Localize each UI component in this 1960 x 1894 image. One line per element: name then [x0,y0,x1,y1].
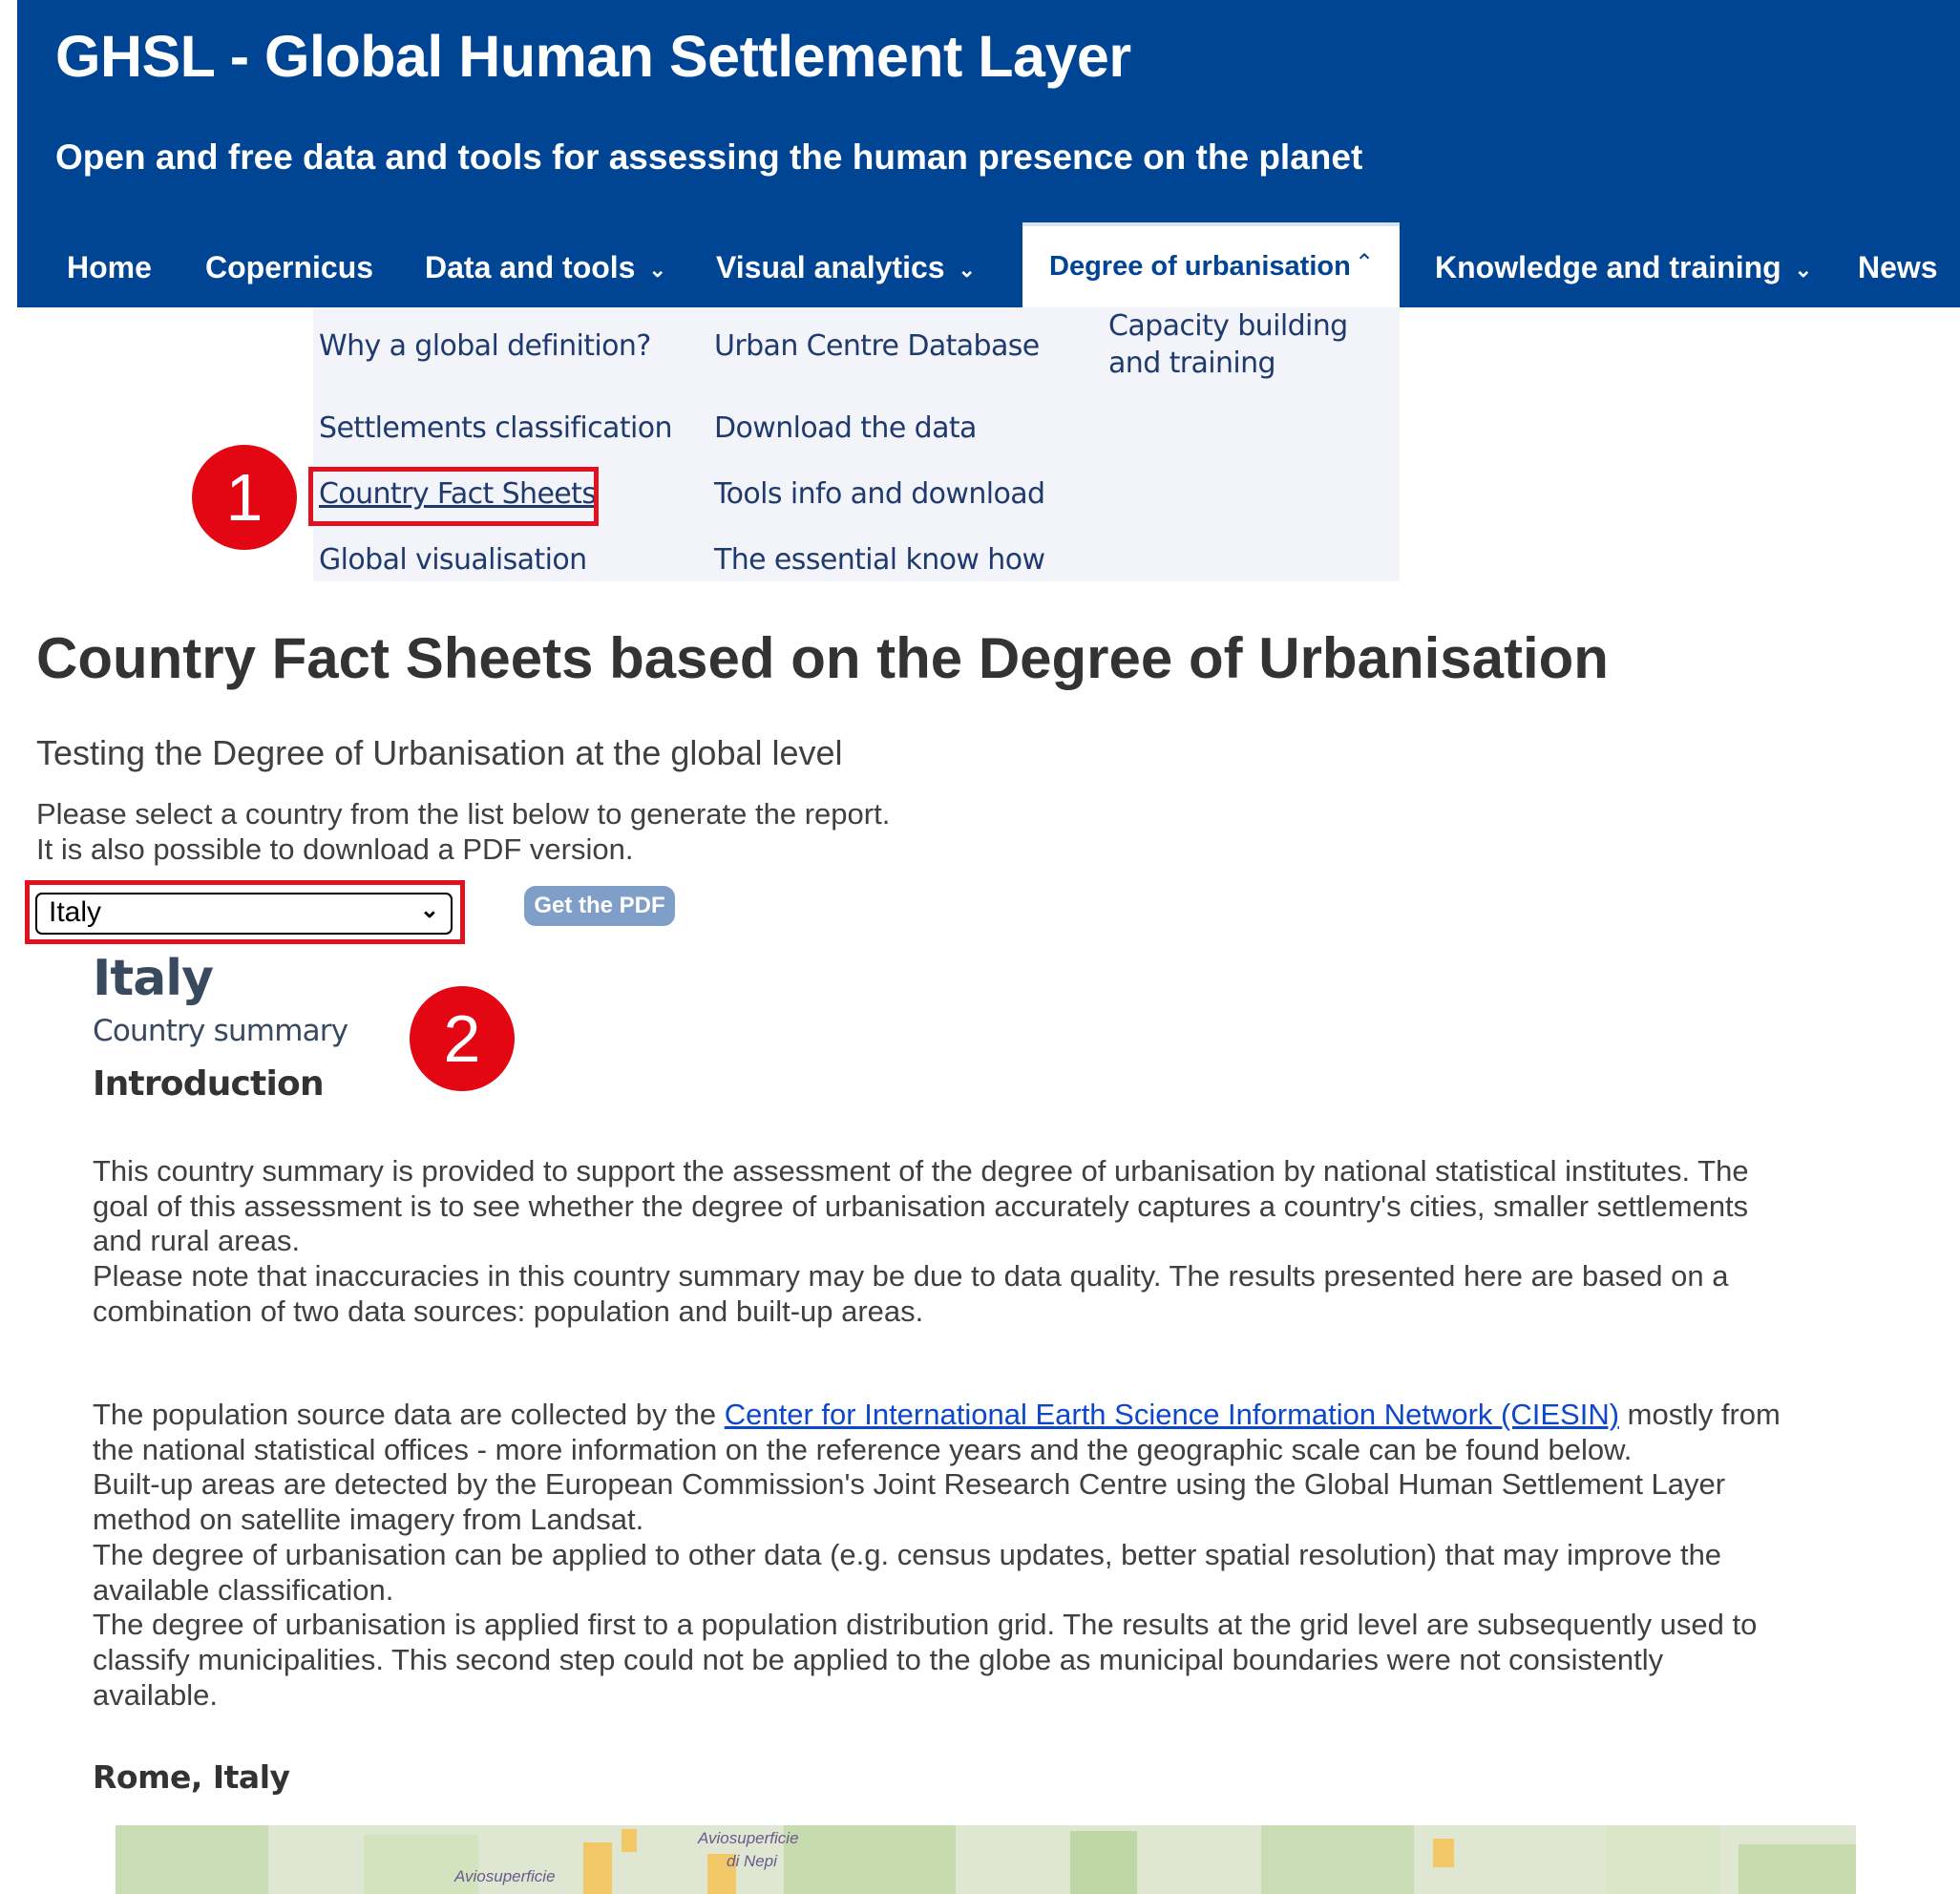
data-sources-prefix: The population source data are collected… [93,1398,725,1431]
nav-degree-of-urbanisation[interactable]: Degree of urbanisation ⌃ [1022,222,1400,307]
nav-visual-analytics-label: Visual analytics [716,250,945,284]
data-sources-line: method on satellite imagery from Landsat… [93,1503,644,1537]
nav-data-and-tools-label: Data and tools [425,250,636,284]
map-terrain-patch [116,1825,268,1894]
data-sources-line: classify municipalities. This second ste… [93,1642,1664,1676]
intro-line: goal of this assessment is to see whethe… [93,1189,1749,1223]
nav-home-label: Home [67,250,152,284]
map-terrain-patch [1070,1831,1137,1894]
nav-visual-analytics[interactable]: Visual analytics ⌄ [716,250,976,285]
menu-urban-centre-database[interactable]: Urban Centre Database [714,329,1040,363]
instruction-line-1: Please select a country from the list be… [36,797,891,831]
chevron-up-icon: ⌃ [1355,250,1375,276]
data-sources-suffix: mostly from [1619,1398,1781,1431]
rome-map[interactable]: Aviosuperficie Aviosuperficie di Nepi [116,1825,1856,1894]
site-header: GHSL - Global Human Settlement Layer Ope… [17,0,1960,307]
menu-essential-know-how[interactable]: The essential know how [714,543,1045,577]
map-terrain-patch [1261,1825,1414,1894]
intro-line: combination of two data sources: populat… [93,1294,924,1328]
step-badge-2: 2 [410,986,515,1091]
map-urban-patch [1433,1839,1454,1867]
data-sources-line: the national statistical offices - more … [93,1432,1633,1466]
report-country-name: Italy [93,950,214,1007]
data-sources-line: The degree of urbanisation can be applie… [93,1537,1722,1571]
menu-download-the-data[interactable]: Download the data [714,411,977,445]
intro-paragraph: This country summary is provided to supp… [93,1154,1868,1330]
nav-news-label: News [1858,250,1938,284]
data-sources-line: Built-up areas are detected by the Europ… [93,1467,1726,1502]
data-sources-paragraph: The population source data are collected… [93,1398,1868,1713]
map-label-aviosuperficie: Aviosuperficie [454,1867,556,1885]
menu-capacity-building-and-training[interactable]: Capacity building and training [1108,307,1395,382]
city-heading: Rome, Italy [93,1758,290,1796]
nav-knowledge-and-training[interactable]: Knowledge and training ⌄ [1435,250,1812,285]
data-sources-line: available. [93,1677,218,1712]
intro-line: and rural areas. [93,1224,301,1258]
nav-home[interactable]: Home [67,250,152,285]
intro-line: This country summary is provided to supp… [93,1154,1749,1188]
step-badge-1: 1 [192,445,297,550]
highlight-box-country-select [25,880,465,944]
intro-line: Please note that inaccuracies in this co… [93,1259,1729,1294]
chevron-down-icon: ⌄ [648,257,666,282]
data-sources-first-line: The population source data are collected… [93,1398,1868,1433]
introduction-heading: Introduction [93,1064,325,1104]
report-summary-label: Country summary [93,1014,348,1048]
map-urban-patch [622,1829,637,1852]
highlight-box-country-fact-sheets [308,467,599,526]
menu-global-visualisation[interactable]: Global visualisation [319,543,587,577]
ciesin-link[interactable]: Center for International Earth Science I… [725,1398,1619,1431]
site-title[interactable]: GHSL - Global Human Settlement Layer [55,23,1131,90]
map-label-aviosuperficie: Aviosuperficie [698,1829,799,1847]
nav-copernicus-label: Copernicus [205,250,374,284]
chevron-down-icon: ⌄ [958,257,976,282]
instruction-line-2: It is also possible to download a PDF ve… [36,832,634,866]
menu-why-global-definition[interactable]: Why a global definition? [319,329,651,363]
page-lead: Testing the Degree of Urbanisation at th… [36,733,843,772]
nav-news[interactable]: News [1858,250,1938,285]
site-subtitle: Open and free data and tools for assessi… [55,137,1363,177]
map-terrain-patch [1739,1844,1856,1894]
map-terrain-patch [784,1825,956,1894]
nav-knowledge-and-training-label: Knowledge and training [1435,250,1781,284]
map-label-di-nepi: di Nepi [727,1852,777,1870]
chevron-down-icon: ⌄ [1794,257,1813,282]
nav-data-and-tools[interactable]: Data and tools ⌄ [425,250,666,285]
nav-degree-of-urbanisation-label: Degree of urbanisation [1049,251,1351,282]
page-title: Country Fact Sheets based on the Degree … [36,626,1609,690]
nav-copernicus[interactable]: Copernicus [205,250,373,285]
map-urban-patch [583,1842,612,1894]
data-sources-line: The degree of urbanisation is applied fi… [93,1608,1758,1642]
get-pdf-button[interactable]: Get the PDF [524,886,675,926]
map-terrain-patch [1605,1825,1719,1894]
data-sources-line: available classification. [93,1572,394,1607]
menu-tools-info-and-download[interactable]: Tools info and download [714,477,1045,511]
menu-settlements-classification[interactable]: Settlements classification [319,411,672,445]
